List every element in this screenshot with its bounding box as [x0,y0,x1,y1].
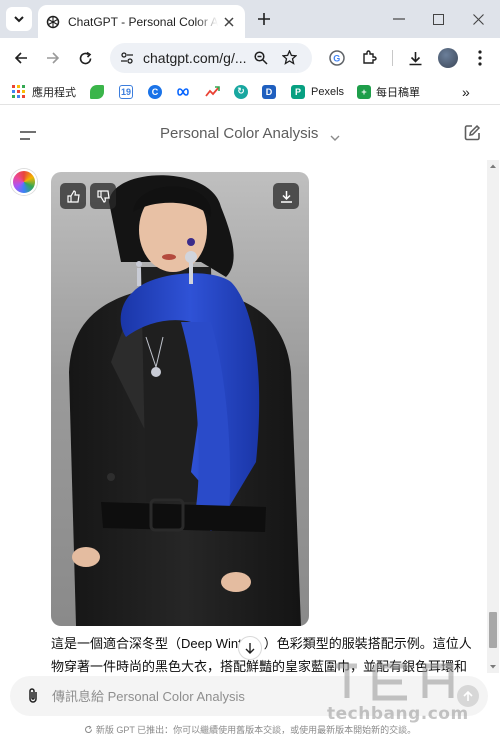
scrollbar[interactable] [487,160,499,673]
message-text: 這是一個適合深冬型（Deep Wint [51,636,242,651]
tab-search-button[interactable] [6,7,32,31]
watermark-text: techbang.com [327,704,469,724]
chat-header: Personal Color Analysis [0,106,500,158]
thumbs-up-icon[interactable] [60,183,86,209]
scroll-down-arrow-icon[interactable] [487,663,499,671]
bookmark-circular[interactable]: ↻ [234,83,248,100]
refresh-icon [84,725,92,733]
url-text: chatgpt.com/g/... [143,50,247,66]
meta-infinity-icon [177,87,189,96]
more-menu-icon[interactable] [470,48,490,68]
bookmark-star-icon[interactable] [281,49,298,70]
download-icon[interactable] [405,48,425,68]
close-window-icon[interactable] [469,10,487,28]
extension-g-icon[interactable]: G [327,48,347,68]
bookmark-pexels[interactable]: P Pexels [291,83,344,100]
generated-image[interactable] [51,172,309,626]
toolbar-divider [392,50,393,66]
bookmark-label: 應用程式 [32,86,76,99]
address-bar[interactable]: chatgpt.com/g/... [110,43,312,73]
maximize-icon[interactable] [429,10,447,28]
plus-square-icon: + [357,84,371,99]
bookmarks-overflow-icon[interactable]: » [462,83,470,100]
scroll-thumb[interactable] [489,612,497,648]
gpt-title[interactable]: Personal Color Analysis [160,125,318,142]
tab-strip: ChatGPT - Personal Color Ana [0,0,500,38]
bookmark-d-square[interactable]: D [262,83,276,100]
d-square-icon: D [262,84,276,99]
bookmark-calendar[interactable]: 19 [119,83,133,100]
bookmark-c-logo[interactable]: C [148,83,162,100]
tab-title: ChatGPT - Personal Color Ana [68,14,218,29]
active-tab[interactable]: ChatGPT - Personal Color Ana [38,5,245,38]
gpt-avatar [11,169,37,195]
trend-arrow-icon [205,86,220,97]
site-info-icon[interactable] [120,51,134,70]
bookmark-apps[interactable]: 應用程式 [12,83,76,100]
bookmark-trend[interactable] [205,83,220,100]
minimize-icon[interactable] [390,10,408,28]
watermark: techbang.com [327,660,487,725]
calendar-19-icon: 19 [119,84,133,99]
bookmark-daily[interactable]: + 每日稿單 [357,83,420,100]
pexels-icon: P [291,84,305,99]
sidebar-menu-icon[interactable] [20,128,36,146]
bookmarks-bar: 應用程式 19 C ↻ D P Pexels + 每日稿單 » [0,78,500,105]
green-leaf-icon [90,84,104,99]
c-logo-icon: C [148,84,162,99]
forward-arrow-icon[interactable] [43,48,63,68]
bookmark-label: 每日稿單 [376,86,420,99]
openai-logo-icon [46,15,60,28]
new-chat-icon[interactable] [464,124,481,146]
chevron-down-icon[interactable] [330,129,340,147]
zoom-icon[interactable] [254,51,268,70]
arrow-down-icon [245,643,255,654]
message-text: ）色彩類型的服裝搭配示例。這位人 [263,636,471,651]
apps-grid-icon [12,84,25,98]
bookmark-meta[interactable] [175,83,191,100]
chevron-down-icon [14,15,24,22]
download-image-icon[interactable] [273,183,299,209]
browser-toolbar: chatgpt.com/g/... G [0,38,500,78]
techbang-logo-icon [335,663,454,701]
back-arrow-icon[interactable] [11,48,31,68]
svg-text:G: G [333,54,340,64]
scroll-up-arrow-icon[interactable] [487,162,499,170]
attach-paperclip-icon[interactable] [27,687,39,710]
scroll-down-button[interactable] [238,636,262,660]
thumbs-down-icon[interactable] [90,183,116,209]
bookmark-label: Pexels [311,85,345,98]
close-tab-icon[interactable] [221,14,237,30]
fashion-illustration [69,175,301,626]
circular-arrow-icon: ↻ [234,84,248,99]
new-tab-icon[interactable] [255,10,273,28]
extensions-puzzle-icon[interactable] [359,48,379,68]
footer-text: 新版 GPT 已推出：你可以繼續使用舊版本交談，或使用最新版本開始新的交談。 [95,725,417,735]
reload-icon[interactable] [75,48,95,68]
bookmark-green-leaf[interactable] [90,83,104,100]
profile-avatar[interactable] [438,48,458,68]
